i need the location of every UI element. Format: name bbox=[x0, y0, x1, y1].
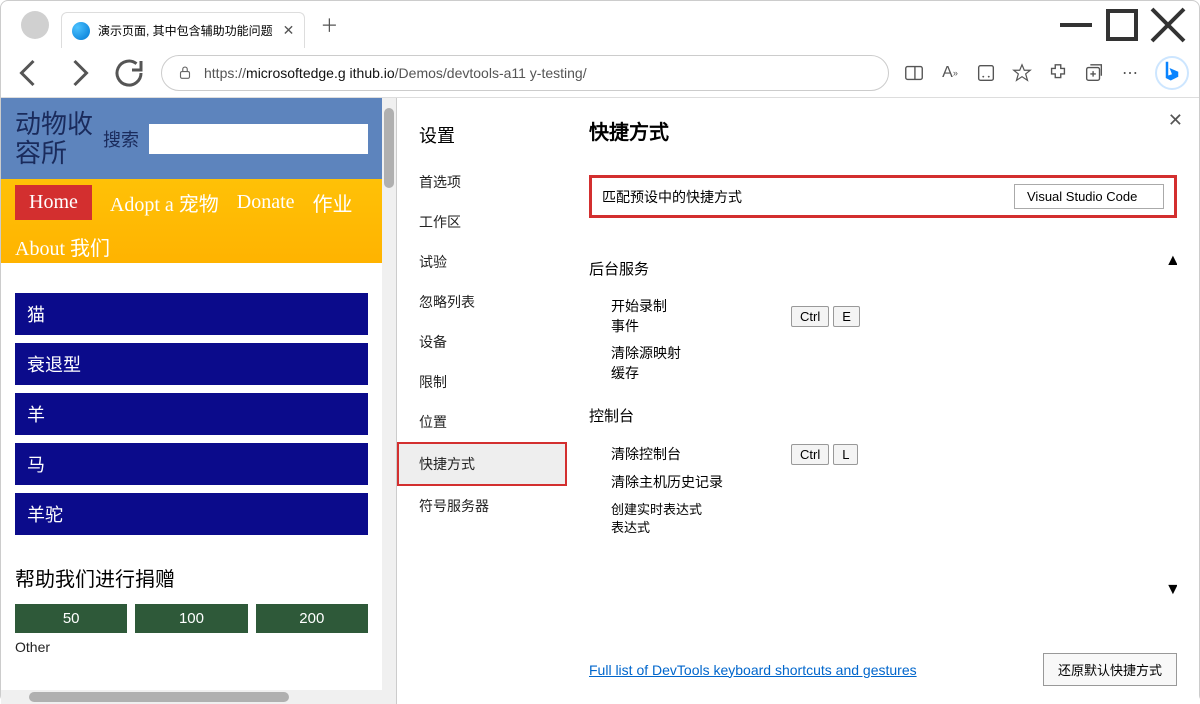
website-horizontal-scrollbar[interactable] bbox=[1, 690, 382, 704]
preset-label: 匹配预设中的快捷方式 bbox=[602, 187, 1004, 207]
donate-50[interactable]: 50 bbox=[15, 604, 127, 633]
minimize-button[interactable] bbox=[1053, 5, 1099, 45]
action-clear-host-history[interactable]: 清除主机历史记录 bbox=[589, 469, 1177, 497]
close-tab-icon[interactable]: ✕ bbox=[283, 22, 295, 39]
settings-item-locations[interactable]: 位置 bbox=[397, 402, 567, 442]
scroll-up-icon[interactable]: ▲ bbox=[1165, 252, 1177, 270]
preset-select[interactable]: Visual Studio Code bbox=[1014, 184, 1164, 209]
new-tab-button[interactable]: ＋ bbox=[315, 12, 343, 38]
donate-other[interactable]: Other bbox=[1, 633, 382, 661]
titlebar: 演示页面, 其中包含辅助功能问题 ✕ ＋ bbox=[1, 1, 1199, 49]
search-label: 搜索 bbox=[103, 126, 139, 152]
settings-nav: 设置 首选项 工作区 试验 忽略列表 设备 限制 位置 快捷方式 符号服务器 bbox=[397, 98, 567, 704]
nav-donate[interactable]: Donate bbox=[237, 191, 295, 214]
window-controls bbox=[1053, 5, 1191, 45]
full-list-link[interactable]: Full list of DevTools keyboard shortcuts… bbox=[589, 662, 917, 678]
site-nav: Home Adopt a 宠物 Donate 作业 About 我们 bbox=[1, 179, 382, 263]
donate-200[interactable]: 200 bbox=[256, 604, 368, 633]
website-viewport: 动物收容所 搜索 Home Adopt a 宠物 Donate 作业 About… bbox=[1, 98, 396, 704]
app-icon[interactable] bbox=[903, 62, 925, 84]
settings-main: ✕ 快捷方式 匹配预设中的快捷方式 Visual Studio Code ▲ 后… bbox=[567, 98, 1199, 704]
settings-item-devices[interactable]: 设备 bbox=[397, 322, 567, 362]
edge-favicon-icon bbox=[72, 22, 90, 40]
site-logo: 动物收容所 bbox=[15, 110, 93, 167]
key-e: E bbox=[833, 306, 860, 327]
browser-tab[interactable]: 演示页面, 其中包含辅助功能问题 ✕ bbox=[61, 12, 305, 48]
address-bar[interactable]: https://microsoftedge.g ithub.io/Demos/d… bbox=[161, 55, 889, 91]
category-item[interactable]: 马 bbox=[15, 443, 368, 485]
site-header: 动物收容所 搜索 bbox=[1, 98, 382, 179]
nav-home[interactable]: Home bbox=[15, 185, 92, 220]
settings-heading: 设置 bbox=[397, 116, 567, 162]
restore-defaults-button[interactable]: 还原默认快捷方式 bbox=[1043, 653, 1177, 686]
key-ctrl: Ctrl bbox=[791, 306, 829, 327]
devtools-settings: 设置 首选项 工作区 试验 忽略列表 设备 限制 位置 快捷方式 符号服务器 ✕… bbox=[396, 98, 1199, 704]
category-list: 猫 衰退型 羊 马 羊驼 bbox=[1, 263, 382, 553]
action-clear-sourcemap[interactable]: 清除源映射 缓存 bbox=[589, 340, 1177, 387]
donate-heading: 帮助我们进行捐赠 bbox=[1, 553, 382, 604]
donate-buttons: 50 100 200 bbox=[1, 604, 382, 633]
settings-item-experiments[interactable]: 试验 bbox=[397, 242, 567, 282]
search-input[interactable] bbox=[149, 124, 368, 154]
reader-icon[interactable] bbox=[975, 62, 997, 84]
key-l: L bbox=[833, 444, 858, 465]
settings-item-symbol-server[interactable]: 符号服务器 bbox=[397, 486, 567, 526]
more-icon[interactable]: ⋯ bbox=[1119, 62, 1141, 84]
read-aloud-icon[interactable]: A» bbox=[939, 62, 961, 84]
category-item[interactable]: 羊 bbox=[15, 393, 368, 435]
close-settings-icon[interactable]: ✕ bbox=[1168, 110, 1183, 131]
maximize-button[interactable] bbox=[1099, 5, 1145, 45]
favorite-icon[interactable] bbox=[1011, 62, 1033, 84]
nav-adopt[interactable]: Adopt a 宠物 bbox=[110, 188, 219, 217]
tab-title: 演示页面, 其中包含辅助功能问题 bbox=[98, 22, 273, 39]
category-item[interactable]: 羊驼 bbox=[15, 493, 368, 535]
website-vertical-scrollbar[interactable] bbox=[382, 98, 396, 704]
shortcuts-heading: 快捷方式 bbox=[589, 116, 1177, 145]
settings-item-shortcuts[interactable]: 快捷方式 bbox=[397, 442, 567, 486]
preset-row: 匹配预设中的快捷方式 Visual Studio Code bbox=[589, 175, 1177, 218]
settings-item-preferences[interactable]: 首选项 bbox=[397, 162, 567, 202]
shortcut-list: ▲ 后台服务 开始录制 事件 Ctrl E 清除源映射 缓存 控制台 清除控制台… bbox=[589, 252, 1177, 639]
nav-jobs[interactable]: 作业 bbox=[313, 188, 353, 217]
category-item[interactable]: 猫 bbox=[15, 293, 368, 335]
url-text: https://microsoftedge.g ithub.io/Demos/d… bbox=[204, 65, 587, 81]
profile-avatar[interactable] bbox=[21, 11, 49, 39]
refresh-button[interactable] bbox=[111, 55, 147, 91]
shortcuts-footer: Full list of DevTools keyboard shortcuts… bbox=[589, 639, 1177, 686]
donate-100[interactable]: 100 bbox=[135, 604, 247, 633]
collections-icon[interactable] bbox=[1083, 62, 1105, 84]
action-create-live-expression[interactable]: 创建实时表达式 表达式 bbox=[589, 497, 1177, 541]
browser-toolbar: https://microsoftedge.g ithub.io/Demos/d… bbox=[1, 49, 1199, 97]
settings-item-ignorelist[interactable]: 忽略列表 bbox=[397, 282, 567, 322]
action-clear-console[interactable]: 清除控制台 Ctrl L bbox=[589, 440, 1177, 469]
action-start-recording[interactable]: 开始录制 事件 Ctrl E bbox=[589, 293, 1177, 340]
settings-item-workspace[interactable]: 工作区 bbox=[397, 202, 567, 242]
lock-icon bbox=[176, 64, 194, 82]
nav-about[interactable]: About 我们 bbox=[15, 232, 110, 261]
close-window-button[interactable] bbox=[1145, 5, 1191, 45]
key-ctrl: Ctrl bbox=[791, 444, 829, 465]
scroll-down-icon[interactable]: ▼ bbox=[1165, 581, 1177, 599]
extensions-icon[interactable] bbox=[1047, 62, 1069, 84]
content-area: 动物收容所 搜索 Home Adopt a 宠物 Donate 作业 About… bbox=[1, 97, 1199, 704]
bing-button[interactable] bbox=[1155, 56, 1189, 90]
forward-button[interactable] bbox=[61, 55, 97, 91]
settings-item-throttling[interactable]: 限制 bbox=[397, 362, 567, 402]
section-console: 控制台 bbox=[589, 405, 1177, 426]
category-item[interactable]: 衰退型 bbox=[15, 343, 368, 385]
back-button[interactable] bbox=[11, 55, 47, 91]
section-background: 后台服务 bbox=[589, 258, 1177, 279]
